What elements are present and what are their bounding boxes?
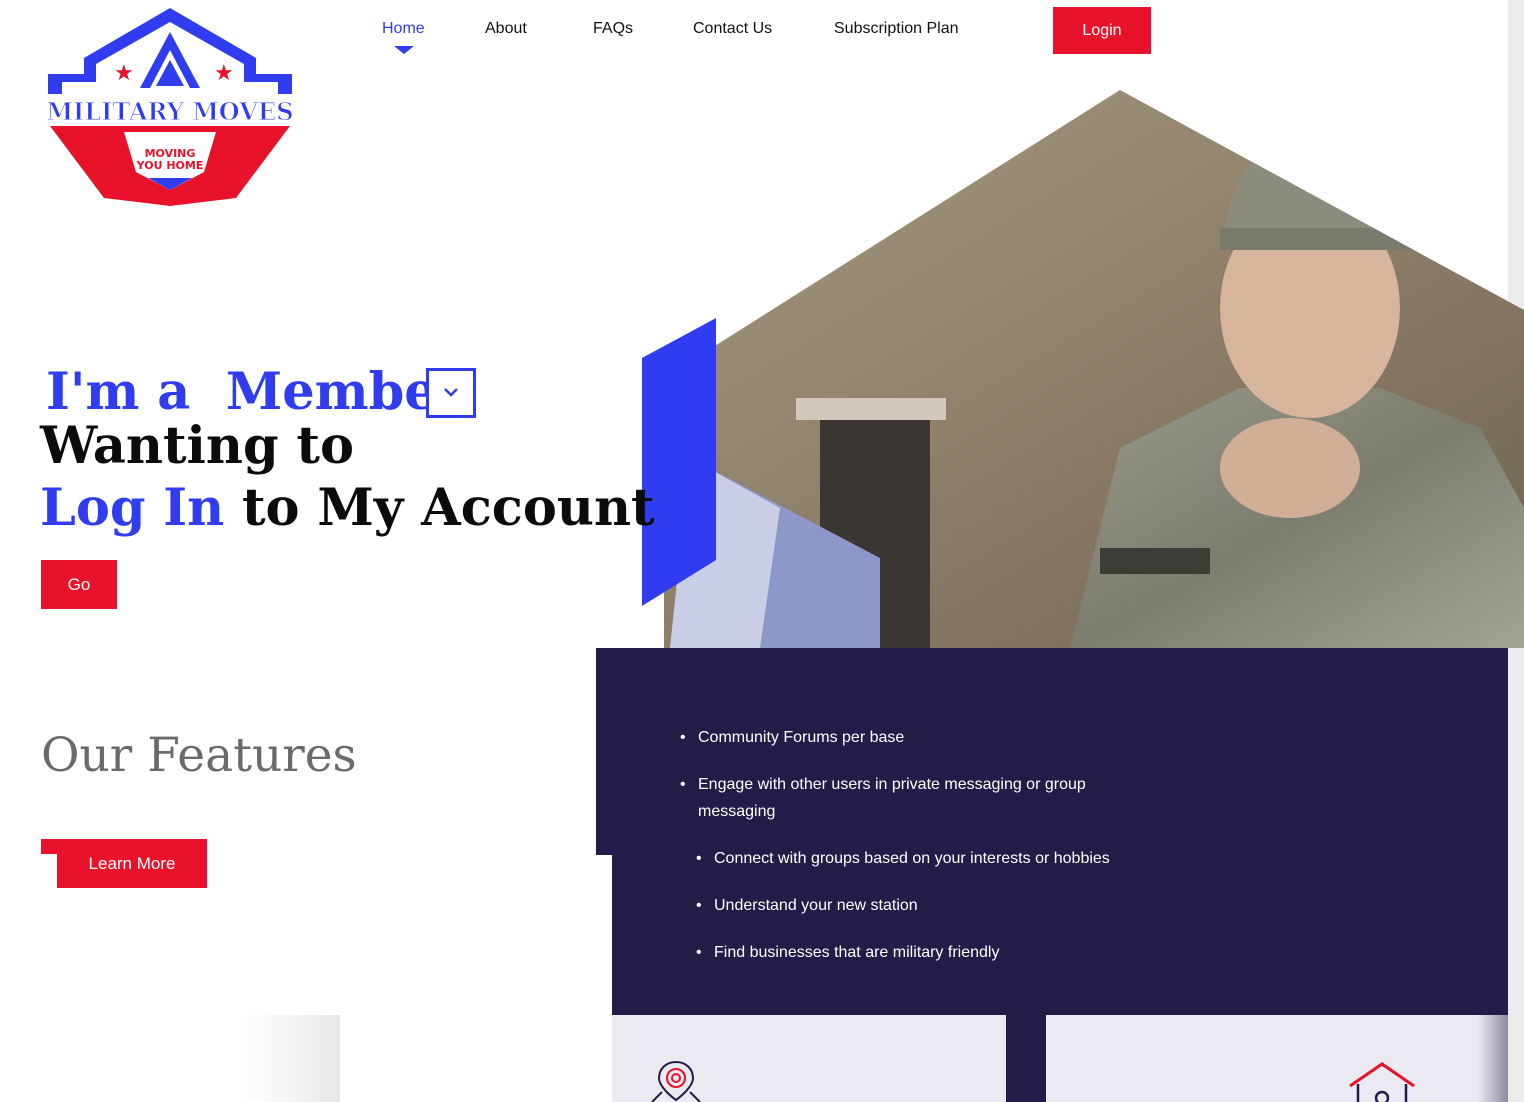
headline-prefix: I'm a [46, 362, 191, 422]
location-pin-icon [651, 1060, 701, 1102]
svg-text:★: ★ [214, 61, 234, 86]
headline-line2: Wanting to [40, 416, 354, 476]
features-title: Our Features [41, 728, 357, 783]
house-icon [1349, 1062, 1415, 1102]
active-nav-caret-icon [394, 46, 414, 54]
list-item: Community Forums per base [680, 724, 1160, 751]
logo-title: MILITARY MOVES [46, 97, 293, 126]
svg-text:★: ★ [114, 61, 134, 86]
feature-card-blank [340, 1015, 612, 1102]
feature-card-house[interactable] [1046, 1015, 1508, 1102]
go-button[interactable]: Go [41, 560, 117, 609]
card-divider [1006, 1015, 1046, 1102]
features-list-continued: Connect with groups based on your intere… [696, 845, 1216, 986]
headline-highlight: Log In [40, 478, 225, 538]
main-nav: Home About FAQs Contact Us Subscription … [0, 0, 1524, 60]
features-list: Community Forums per base Engage with ot… [680, 724, 1160, 845]
nav-home[interactable]: Home [382, 20, 425, 38]
list-item: Engage with other users in private messa… [680, 771, 1160, 825]
headline-rest: to My Account [242, 478, 655, 538]
card-shadow [240, 1015, 340, 1102]
role-dropdown[interactable] [426, 368, 476, 418]
learn-more-button[interactable]: Learn More [57, 839, 207, 888]
list-item: Understand your new station [696, 892, 1216, 919]
nav-faqs[interactable]: FAQs [593, 20, 633, 38]
logo-tagline-2: YOU HOME [136, 159, 204, 172]
nav-about[interactable]: About [485, 20, 527, 38]
nav-subscription-plan[interactable]: Subscription Plan [834, 20, 959, 38]
card-edge-shadow [1478, 1015, 1508, 1102]
login-button[interactable]: Login [1053, 7, 1151, 54]
hero-image-soldier-with-keys [642, 90, 1524, 648]
chevron-down-icon [444, 388, 458, 397]
list-item: Connect with groups based on your intere… [696, 845, 1216, 872]
nav-contact-us[interactable]: Contact Us [693, 20, 772, 38]
list-item: Find businesses that are military friend… [696, 939, 1216, 966]
